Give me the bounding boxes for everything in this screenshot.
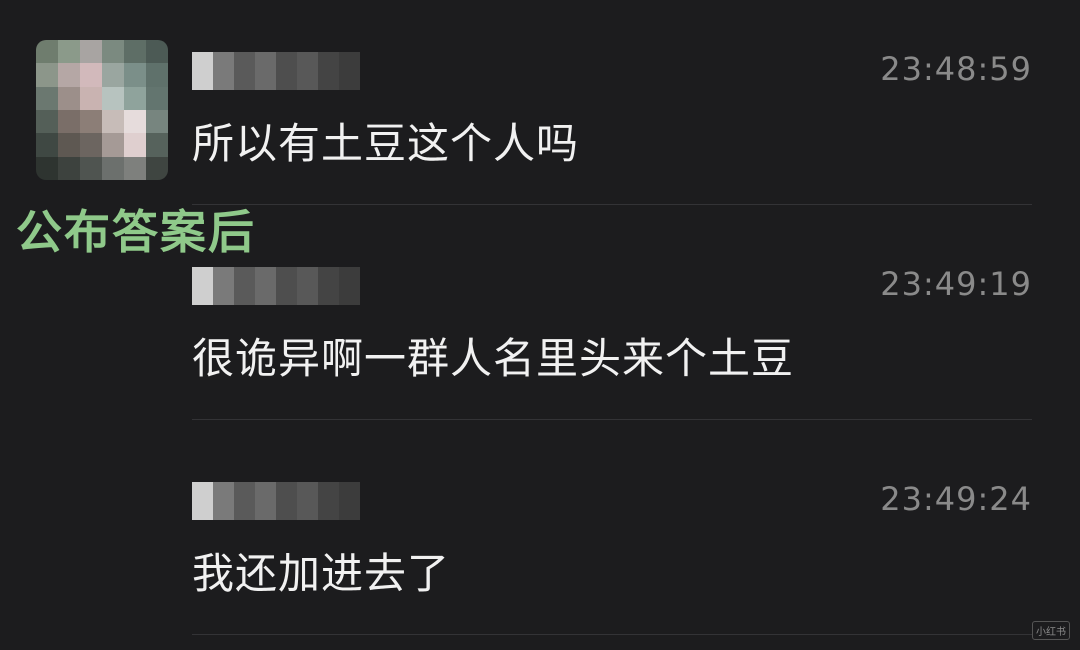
message-divider	[192, 204, 1032, 205]
message-text[interactable]: 很诡异啊一群人名里头来个土豆	[192, 325, 794, 386]
message-text[interactable]: 所以有土豆这个人吗	[192, 110, 579, 171]
message-divider	[192, 634, 1032, 635]
message-row: 23:48:59 所以有土豆这个人吗	[192, 40, 1032, 205]
sender-name-blurred	[192, 267, 360, 305]
sender-name-blurred	[192, 482, 360, 520]
message-timestamp: 23:49:24	[880, 480, 1032, 518]
message-row: 23:49:24 我还加进去了	[192, 470, 1032, 635]
message-row: 23:49:19 很诡异啊一群人名里头来个土豆	[192, 255, 1032, 420]
message-text[interactable]: 我还加进去了	[192, 540, 450, 601]
message-timestamp: 23:49:19	[880, 265, 1032, 303]
watermark-logo: 小红书	[1032, 621, 1070, 640]
avatar[interactable]	[36, 40, 168, 180]
message-divider	[192, 419, 1032, 420]
overlay-caption: 公布答案后	[16, 205, 256, 259]
sender-name-blurred	[192, 52, 360, 90]
message-timestamp: 23:48:59	[880, 50, 1032, 88]
